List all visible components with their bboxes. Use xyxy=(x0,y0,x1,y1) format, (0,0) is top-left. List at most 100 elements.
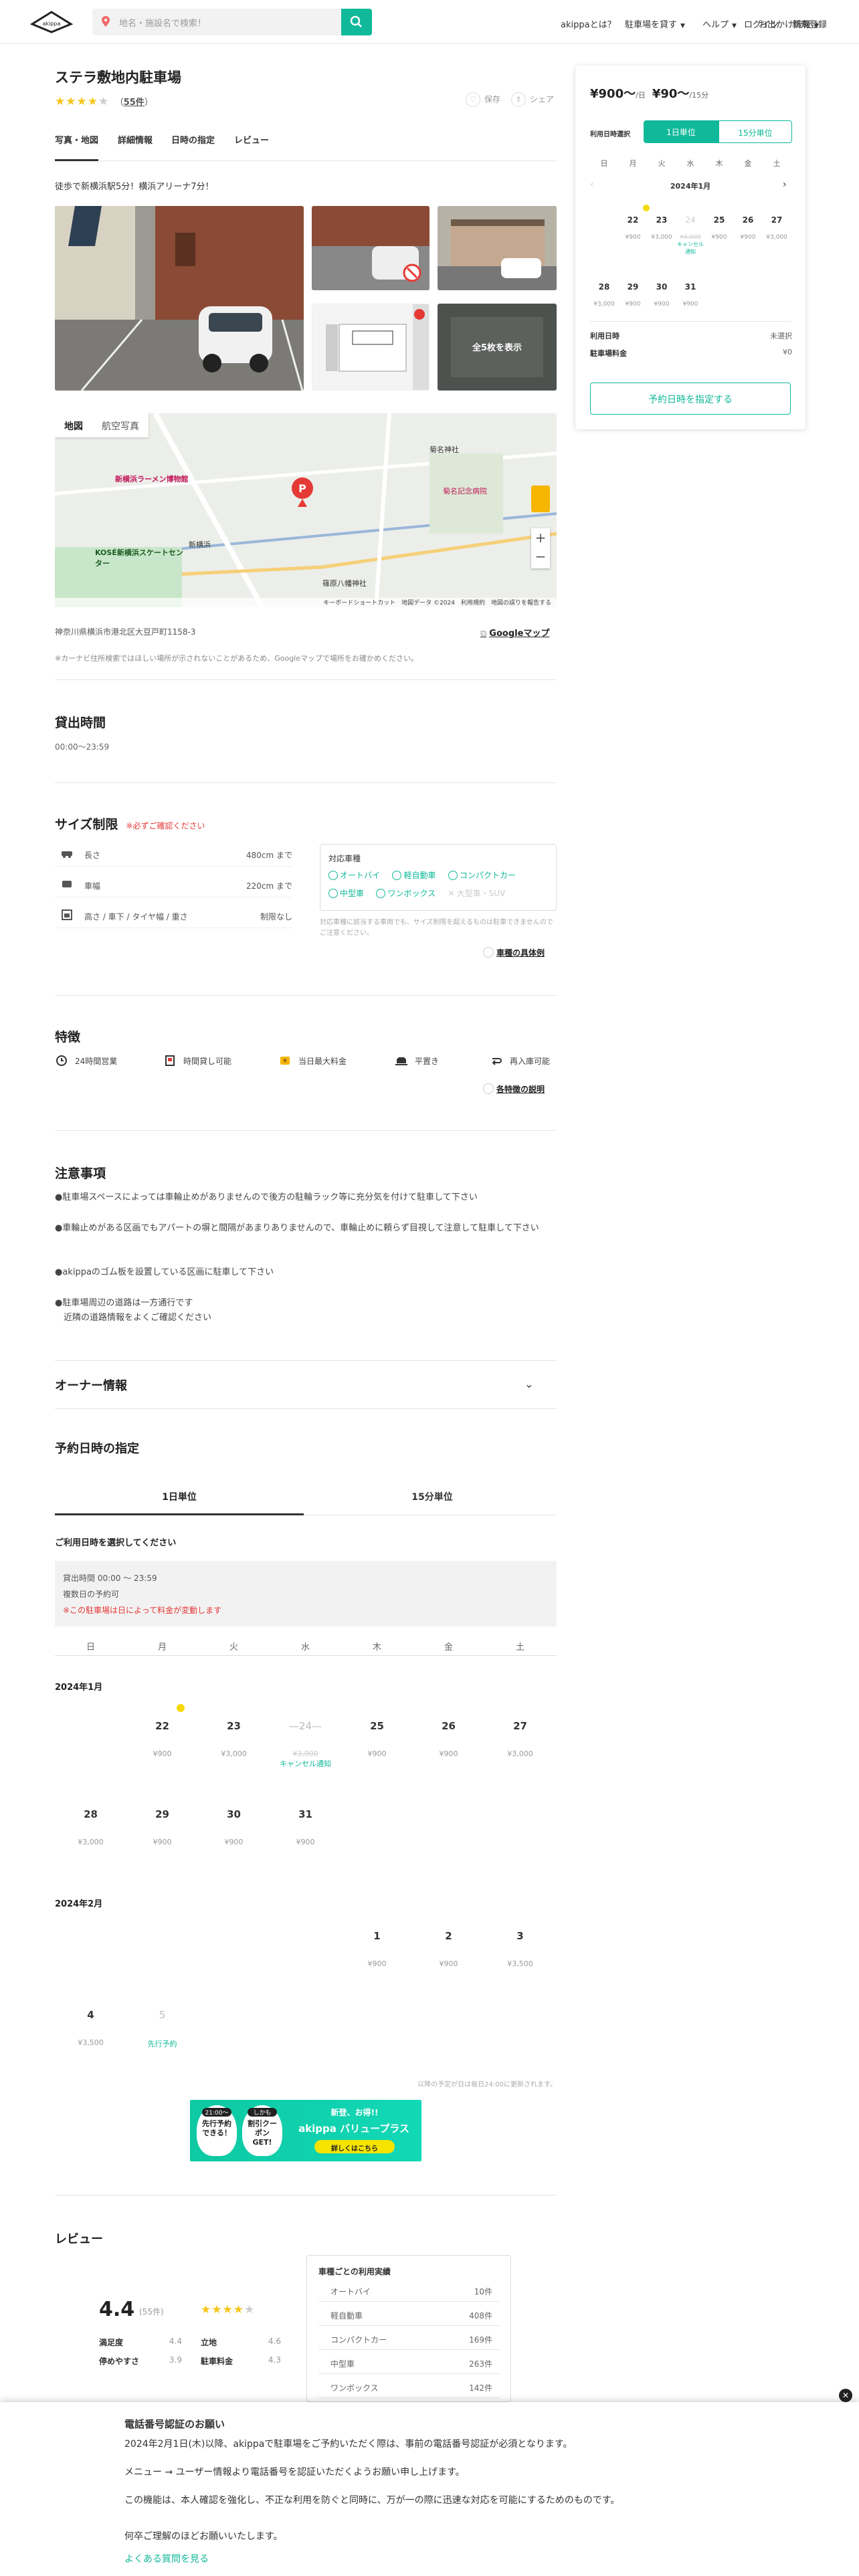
calendar-day[interactable]: 1 ¥900 xyxy=(341,1930,413,1968)
calendar-day[interactable]: 25 ¥900 xyxy=(341,1720,413,1758)
chevron-down-icon[interactable]: ⌄ xyxy=(524,1378,533,1390)
calendar-day[interactable]: 30 ¥900 xyxy=(198,1808,270,1846)
photo-3[interactable] xyxy=(438,206,557,290)
calendar-day[interactable]: 31 ¥900 xyxy=(676,282,704,308)
day-price: ¥900 xyxy=(224,1838,244,1846)
calendar-day[interactable]: 23 ¥3,000 xyxy=(648,215,676,241)
day-price: ¥3,000 xyxy=(680,234,701,241)
review-count-text: 55件 xyxy=(123,98,145,108)
calendar-day-full[interactable]: 24 ¥3,000 キャンセル通知 xyxy=(676,215,704,255)
vehicle-examples-link[interactable]: 車種の具体例 xyxy=(483,947,545,958)
booking-info-box: 貸出時間 00:00 〜 23:59 複数日の予約可 ※この駐車場は日によって料… xyxy=(55,1561,557,1626)
calendar-day[interactable]: 22 ¥900 xyxy=(619,215,647,241)
vehicle-label: コンパクトカー xyxy=(459,871,516,880)
photo-more-button[interactable]: 全5枚を表示 xyxy=(438,304,557,391)
calendar-day[interactable]: 28 ¥3,000 xyxy=(55,1808,126,1846)
nav-register[interactable]: 新規登録 xyxy=(792,17,827,30)
calendar-day[interactable]: 23 ¥3,000 xyxy=(198,1720,270,1758)
vehicle-examples-label: 車種の具体例 xyxy=(496,948,545,958)
select-date-button[interactable]: 予約日時を指定する xyxy=(590,383,791,415)
calendar-day[interactable]: 22 ¥900 xyxy=(126,1720,198,1758)
size-row: 高さ / 車下 / タイヤ幅 / 重さ 制限なし xyxy=(55,903,292,928)
star-icon: ★ xyxy=(211,2303,222,2317)
divider xyxy=(55,782,557,783)
calendar-day[interactable]: 29 ¥900 xyxy=(126,1808,198,1846)
day-price: ¥900 xyxy=(153,1749,172,1758)
save-button[interactable]: ♡ 保存 xyxy=(466,92,500,107)
note-item: ●駐車場スペースによっては車輪止めがありませんので後方の駐輪ラック等に充分気を付… xyxy=(55,1192,478,1202)
day-number: 23 xyxy=(656,215,668,225)
tab-day-unit[interactable]: 1日単位 xyxy=(55,1478,304,1515)
tab-15min-unit[interactable]: 15分単位 xyxy=(308,1478,557,1515)
star-empty-icon: ★ xyxy=(98,95,109,108)
zoom-out-button[interactable]: − xyxy=(531,547,550,566)
calendar-day[interactable]: 2 ¥900 xyxy=(413,1930,484,1968)
share-button[interactable]: ⇪ シェア xyxy=(511,92,554,107)
usage-type: 軽自動車 xyxy=(330,2311,363,2321)
close-icon[interactable]: ✕ xyxy=(839,2389,852,2402)
star-icon: ★ xyxy=(222,2303,233,2317)
nav-help[interactable]: ヘルプ ▼ xyxy=(702,17,737,30)
map[interactable]: P 地図 航空写真 新横浜ラーメン博物館 KOSÉ新横浜スケートセンター 新横浜 … xyxy=(55,413,557,607)
akippa-logo[interactable]: akippa xyxy=(29,9,74,35)
faq-link[interactable]: よくある質問を見る xyxy=(124,2552,209,2565)
tab-reviews[interactable]: レビュー xyxy=(234,133,269,161)
tab-photos-map[interactable]: 写真・地図 xyxy=(55,133,99,161)
calendar-day-preorder[interactable]: 5 先行予約 xyxy=(126,2009,198,2049)
rating-stars[interactable]: ★★★★★ （55件） xyxy=(55,95,153,108)
sub-rating: 停めやすさ 3.9 xyxy=(99,2355,182,2367)
pegman-icon[interactable] xyxy=(531,486,550,512)
nav-lend[interactable]: 駐車場を貸す ▼ xyxy=(625,17,685,30)
photo-main[interactable] xyxy=(55,206,304,391)
banner-headline: 新登、お得!! xyxy=(330,2108,379,2117)
calendar-day[interactable]: 30 ¥900 xyxy=(648,282,676,308)
owner-heading[interactable]: オーナー情報 xyxy=(55,1376,127,1394)
circle-check-icon xyxy=(392,871,402,880)
calendar-day[interactable]: 3 ¥3,500 xyxy=(484,1930,556,1968)
calendar-day[interactable]: 28 ¥3,000 xyxy=(590,282,618,308)
site-header: akippa 地名・施設名で検索！ akippaとは？ 駐車場を貸す ▼ ヘルプ ▼… xyxy=(0,0,859,44)
features-explain-link[interactable]: 各特徴の説明 xyxy=(483,1083,545,1095)
calendar-day-full[interactable]: —24— ¥3,000 キャンセル通知 xyxy=(270,1720,341,1769)
photo-2[interactable] xyxy=(312,206,430,290)
tab-details[interactable]: 詳細情報 xyxy=(118,133,153,161)
feature-label: 24時間営業 xyxy=(75,1057,118,1066)
zoom-in-button[interactable]: + xyxy=(531,528,550,547)
cancel-notify-link[interactable]: キャンセル通知 xyxy=(270,1758,341,1769)
usage-type: オートバイ xyxy=(330,2287,371,2296)
nav-login[interactable]: ログイン xyxy=(744,17,779,30)
size-value: 制限なし xyxy=(260,912,292,922)
google-map-label: Googleマップ xyxy=(489,629,550,639)
calendar-day[interactable]: 25 ¥900 xyxy=(705,215,733,241)
review-stars: ★★★★★ xyxy=(201,2300,255,2317)
day-price: ¥3,000 xyxy=(292,1749,318,1758)
value-plus-banner[interactable]: 21:00〜 先行予約できる！ しかも 割引クーポンGET! 新登、お得!! a… xyxy=(190,2100,421,2161)
google-map-link[interactable]: ⧉ Googleマップ xyxy=(480,626,549,639)
max-fee-icon: ¥ xyxy=(280,1057,290,1065)
banner-cta[interactable]: 詳しくはこちら xyxy=(314,2140,395,2153)
day-price: ¥900 xyxy=(625,234,641,241)
photo-4-layout[interactable] xyxy=(312,304,430,391)
calendar-day[interactable]: 31 ¥900 xyxy=(270,1808,341,1846)
month-label: 2024年2月 xyxy=(55,1899,103,1909)
map-pin-icon xyxy=(102,16,110,27)
search-input[interactable]: 地名・施設名で検索！ xyxy=(92,9,341,35)
map-tab-satellite[interactable]: 航空写真 xyxy=(92,413,149,439)
calendar-day[interactable]: 27 ¥3,000 xyxy=(763,215,791,241)
search-button[interactable] xyxy=(341,9,372,35)
nav-about[interactable]: akippaとは？ xyxy=(561,17,616,30)
cancel-notify-link[interactable]: キャンセル通知 xyxy=(676,241,704,255)
calendar-day[interactable]: 26 ¥900 xyxy=(734,215,762,241)
calendar-day[interactable]: 4 ¥3,500 xyxy=(55,2009,126,2047)
sidebar-tab-day[interactable]: 1日単位 xyxy=(644,120,719,143)
feature-hourly: 時間貸し可能 xyxy=(163,1055,231,1067)
map-tab-map[interactable]: 地図 xyxy=(55,413,92,439)
calendar-day[interactable]: 27 ¥3,000 xyxy=(484,1720,556,1758)
tab-datetime[interactable]: 日時の指定 xyxy=(171,133,215,161)
weekday: 金 xyxy=(444,1642,453,1652)
sidebar-tab-15min[interactable]: 15分単位 xyxy=(719,120,792,143)
calendar-day[interactable]: 26 ¥900 xyxy=(413,1720,484,1758)
next-month-icon[interactable]: › xyxy=(783,179,787,190)
review-count[interactable]: （55件） xyxy=(115,98,153,108)
calendar-day[interactable]: 29 ¥900 xyxy=(619,282,647,308)
